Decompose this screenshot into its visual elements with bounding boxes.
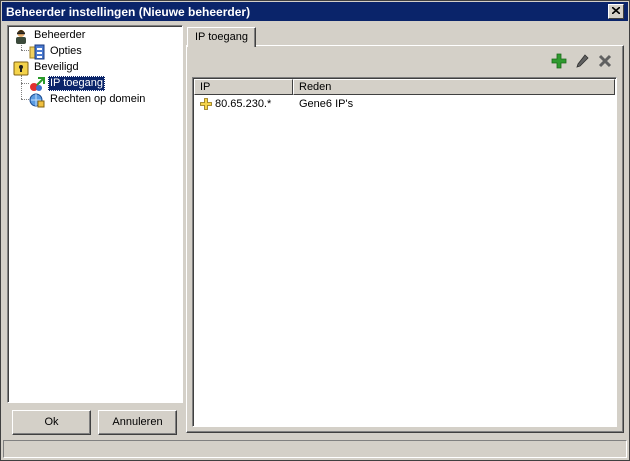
ip-list[interactable]: IP Reden 80.65.230.* Gene6 IP's	[192, 77, 617, 427]
window-title: Beheerder instellingen (Nieuwe beheerder…	[6, 5, 251, 19]
tree-item-label: IP toegang	[48, 76, 106, 91]
close-icon	[612, 7, 620, 14]
settings-tree[interactable]: Beheerder Opties Beveiligd IP toegang Re…	[7, 25, 183, 403]
lock-icon	[13, 61, 29, 76]
add-icon[interactable]	[551, 53, 567, 69]
ip-entry-icon	[200, 98, 212, 110]
user-icon	[16, 29, 26, 44]
title-bar[interactable]: Beheerder instellingen (Nieuwe beheerder…	[2, 2, 628, 21]
options-icon	[29, 44, 45, 60]
column-header-reden[interactable]: Reden	[293, 79, 615, 95]
cell-reden: Gene6 IP's	[299, 98, 354, 110]
tree-item-label: Beveiligd	[34, 61, 79, 73]
domain-rights-icon	[29, 93, 45, 108]
table-row[interactable]: 80.65.230.* Gene6 IP's	[194, 96, 614, 112]
tree-item-label: Beheerder	[34, 29, 86, 41]
cell-ip: 80.65.230.*	[215, 98, 272, 110]
tree-item-label: Opties	[50, 45, 82, 57]
close-button[interactable]	[608, 4, 624, 19]
status-bar	[3, 440, 627, 458]
column-header-ip[interactable]: IP	[194, 79, 293, 95]
ip-access-icon	[30, 77, 45, 91]
ok-button[interactable]: Ok	[12, 410, 91, 435]
tab-ip-toegang[interactable]: IP toegang	[187, 27, 256, 47]
tree-item-label: Rechten op domein	[50, 93, 146, 105]
cancel-button[interactable]: Annuleren	[98, 410, 177, 435]
edit-icon[interactable]	[574, 53, 590, 69]
delete-icon[interactable]	[597, 53, 613, 69]
